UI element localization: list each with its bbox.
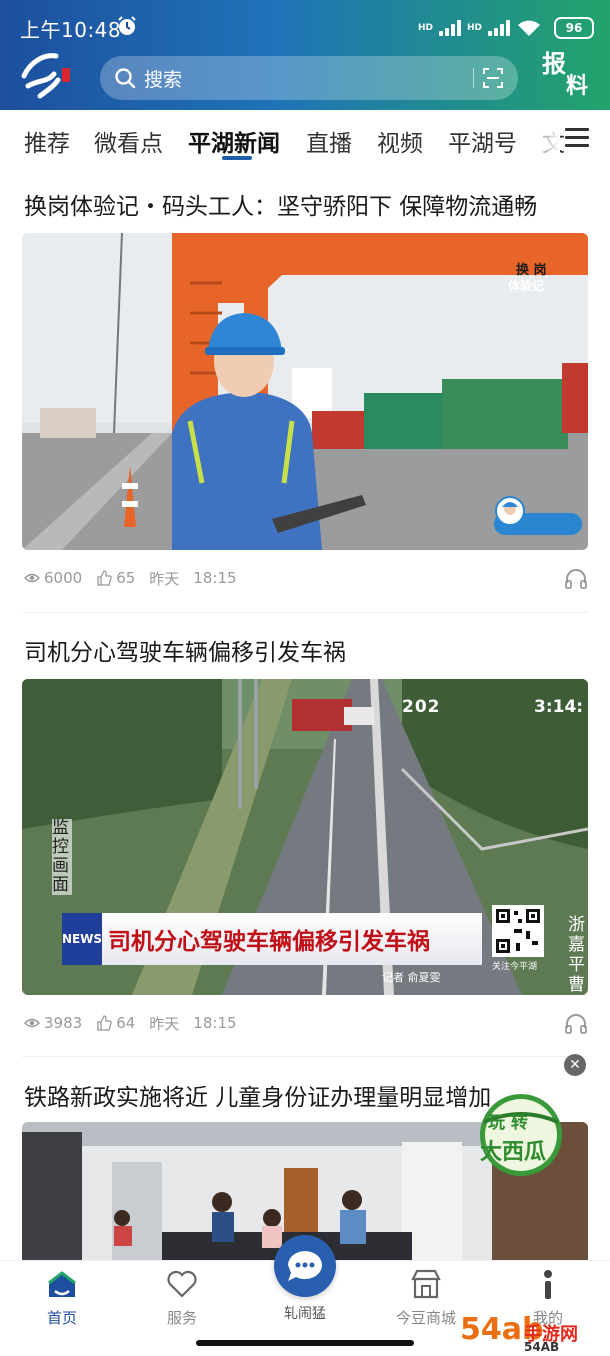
nav-center-label[interactable]: 轧闹猛 <box>255 1303 355 1323</box>
nav-home[interactable]: 首页 <box>22 1267 102 1328</box>
status-indicators: HD HD 96 <box>418 14 594 42</box>
article-title[interactable]: 换岗体验记・码头工人：坚守骄阳下 保障物流通畅 <box>24 187 537 221</box>
divider <box>22 612 588 613</box>
article-image[interactable]: 监控画面 202 3:14: NEWS 司机分心驾驶车辆偏移引发车祸 记者 俞夏… <box>22 679 588 995</box>
wifi-icon <box>518 20 540 36</box>
person-icon <box>544 1270 552 1299</box>
article-title[interactable]: 司机分心驾驶车辆偏移引发车祸 <box>24 633 346 667</box>
active-tab-indicator <box>222 156 252 160</box>
badge-bottom-text: 体验记 <box>508 279 545 293</box>
store-icon <box>411 1269 441 1299</box>
video-timestamp-left: 202 <box>402 697 441 717</box>
badge-top-text: 换 岗 <box>516 263 547 278</box>
nav-service[interactable]: 服务 <box>142 1267 222 1328</box>
view-count: 3983 <box>44 1014 83 1032</box>
follow-text: 关注今平湖 <box>492 962 538 972</box>
signal-icon <box>488 20 510 36</box>
app-logo[interactable] <box>18 50 76 100</box>
header-bar: 上午10:48 HD HD 96 搜索 报 料 <box>0 0 610 110</box>
status-bar: 上午10:48 HD HD 96 <box>0 0 610 54</box>
battery-indicator: 96 <box>554 17 594 39</box>
tab-fade <box>520 110 560 166</box>
search-bar[interactable]: 搜索 <box>100 56 518 100</box>
tab-pinghu-hao[interactable]: 平湖号 <box>448 124 517 158</box>
news-tag: NEWS <box>62 913 102 965</box>
search-divider <box>473 68 474 88</box>
nav-home-label: 首页 <box>46 1309 77 1327</box>
news-caption: NEWS 司机分心驾驶车辆偏移引发车祸 <box>62 913 482 965</box>
caption-text: 司机分心驾驶车辆偏移引发车祸 <box>108 929 430 955</box>
tab-live[interactable]: 直播 <box>306 124 352 158</box>
report-button[interactable]: 报 料 <box>534 42 596 100</box>
qr-code <box>492 905 544 957</box>
nav-service-label: 服务 <box>166 1309 197 1327</box>
scan-icon[interactable] <box>482 67 504 89</box>
like-count: 64 <box>116 1014 136 1032</box>
reporter-credit: 记者 俞夏雯 <box>382 971 441 984</box>
badge-line-2: 大西瓜 <box>480 1140 547 1165</box>
home-indicator[interactable] <box>196 1340 414 1346</box>
report-label-2: 料 <box>566 73 589 99</box>
alarm-icon <box>118 16 136 35</box>
heart-icon <box>167 1270 197 1298</box>
video-timestamp-right: 3:14: <box>534 697 584 717</box>
home-icon <box>48 1271 76 1297</box>
menu-icon[interactable] <box>565 128 589 148</box>
site-watermark: 54ab 手游网 54AB <box>460 1306 610 1356</box>
eye-icon <box>24 1018 40 1028</box>
headphone-icon[interactable] <box>564 567 588 589</box>
publish-date: 昨天 <box>149 1014 180 1033</box>
publish-time: 18:15 <box>193 1014 237 1032</box>
network-type-2: HD <box>466 23 482 33</box>
chat-icon <box>288 1251 322 1281</box>
channel-side-text: 浙嘉平曹 <box>568 915 585 995</box>
headphone-icon[interactable] <box>564 1012 588 1034</box>
article-image[interactable]: 换 岗 体验记 <box>22 233 588 550</box>
view-count: 6000 <box>44 569 83 587</box>
watermark-site: 54AB <box>524 1340 560 1354</box>
publish-date: 昨天 <box>149 569 180 588</box>
tab-recommend[interactable]: 推荐 <box>24 124 70 158</box>
tab-video[interactable]: 视频 <box>377 124 423 158</box>
tab-weikandian[interactable]: 微看点 <box>94 124 163 158</box>
thumb-up-icon[interactable] <box>96 1015 112 1031</box>
like-count: 65 <box>116 569 136 587</box>
badge-line-1: 玩 转 <box>488 1113 528 1133</box>
eye-icon <box>24 573 40 583</box>
article-meta: 3983 64 昨天 18:15 <box>24 1011 251 1035</box>
article-title[interactable]: 铁路新政实施将近 儿童身份证办理量明显增加 <box>24 1078 491 1112</box>
close-icon[interactable]: ✕ <box>564 1054 586 1076</box>
status-time: 上午10:48 <box>20 18 122 42</box>
signal-icon <box>438 20 461 36</box>
network-type-1: HD <box>417 23 433 33</box>
thumb-up-icon[interactable] <box>96 570 112 586</box>
nav-center-button[interactable] <box>274 1235 336 1297</box>
search-icon <box>115 68 136 89</box>
divider <box>22 1056 588 1057</box>
channel-tabs: 推荐 微看点 平湖新闻 直播 视频 平湖号 文 <box>0 110 610 166</box>
nav-mall[interactable]: 今豆商城 <box>386 1267 466 1328</box>
tab-pinghu-news[interactable]: 平湖新闻 <box>188 124 280 158</box>
cctv-label: 监控画面 <box>52 819 72 895</box>
job-swap-badge <box>494 496 582 535</box>
article-meta: 6000 65 昨天 18:15 <box>24 566 251 590</box>
search-placeholder: 搜索 <box>144 68 183 91</box>
report-label-1: 报 <box>542 49 566 78</box>
publish-time: 18:15 <box>193 569 237 587</box>
nav-mall-label: 今豆商城 <box>395 1309 456 1327</box>
